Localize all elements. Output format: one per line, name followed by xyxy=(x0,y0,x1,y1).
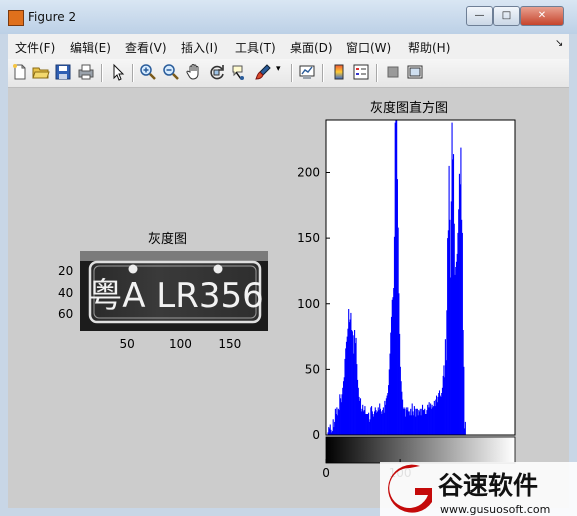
histogram-y-tick-label: 150 xyxy=(297,231,320,245)
data-cursor-icon[interactable] xyxy=(230,63,248,81)
figure-toolbar: ▾ xyxy=(8,59,569,88)
pan-hand-icon[interactable] xyxy=(185,63,203,81)
menu-file[interactable]: 文件(F) xyxy=(15,39,55,56)
brush-icon[interactable] xyxy=(254,63,272,81)
watermark-brand: 谷速软件 xyxy=(438,471,538,500)
zoom-out-icon[interactable] xyxy=(162,63,180,81)
toolbar-separator xyxy=(132,64,134,82)
window-title: Figure 2 xyxy=(28,10,77,24)
colorbar-icon[interactable] xyxy=(330,63,348,81)
plate-x-tick-label: 100 xyxy=(168,337,192,351)
histogram-y-tick-label: 200 xyxy=(297,166,320,180)
close-button[interactable]: ✕ xyxy=(520,6,564,26)
histogram-bar xyxy=(464,421,466,435)
brush-dropdown-icon[interactable]: ▾ xyxy=(276,64,286,82)
plate-x-tick-label: 50 xyxy=(119,337,135,351)
maximize-button[interactable]: □ xyxy=(493,6,520,26)
menu-insert[interactable]: 插入(I) xyxy=(181,39,218,56)
menu-window[interactable]: 窗口(W) xyxy=(346,39,391,56)
toolbar-separator xyxy=(101,64,103,82)
menu-tools[interactable]: 工具(T) xyxy=(235,39,276,56)
show-plot-tools-icon[interactable] xyxy=(406,63,424,81)
hide-plot-tools-icon[interactable] xyxy=(384,63,402,81)
minimize-button[interactable]: — xyxy=(466,6,493,26)
link-plot-icon[interactable] xyxy=(298,63,316,81)
histogram-y-tick-label: 100 xyxy=(297,297,320,311)
watermark-url: www.gusuosoft.com xyxy=(440,503,550,516)
title-bar[interactable]: Figure 2 — □ ✕ xyxy=(0,0,577,34)
menu-bar: 文件(F) 编辑(E) 查看(V) 插入(I) 工具(T) 桌面(D) 窗口(W… xyxy=(8,34,569,60)
plate-y-tick-label: 20 xyxy=(58,264,74,279)
plate-axes-title: 灰度图 xyxy=(148,232,188,247)
rotate-3d-icon[interactable] xyxy=(208,63,226,81)
histogram-title: 灰度图直方图 xyxy=(370,101,449,116)
menu-dock-arrow-icon[interactable]: ↘ xyxy=(555,38,563,49)
histogram-x-tick-label: 0 xyxy=(322,466,330,480)
plate-number-text: 粤A LR356 xyxy=(88,276,264,316)
toolbar-separator xyxy=(291,64,293,82)
gray-colorbar xyxy=(325,436,516,464)
menu-view[interactable]: 查看(V) xyxy=(125,39,167,56)
figure-window: Figure 2 — □ ✕ 文件(F) 编辑(E) 查看(V) 插入(I) 工… xyxy=(0,0,577,516)
open-file-icon[interactable] xyxy=(32,63,50,81)
print-icon[interactable] xyxy=(77,63,95,81)
new-figure-icon[interactable] xyxy=(11,63,29,81)
zoom-in-icon[interactable] xyxy=(139,63,157,81)
plate-image: 粤A LR356 xyxy=(80,251,268,331)
menu-edit[interactable]: 编辑(E) xyxy=(70,39,111,56)
matlab-logo-icon xyxy=(8,10,24,26)
histogram-y-tick-label: 50 xyxy=(305,362,320,376)
legend-icon[interactable] xyxy=(352,63,370,81)
toolbar-separator xyxy=(376,64,378,82)
plate-x-tick-label: 150 xyxy=(218,337,242,351)
plate-y-tick-label: 60 xyxy=(58,307,74,321)
histogram-chart: 0501001502000100 xyxy=(297,119,516,480)
toolbar-separator xyxy=(322,64,324,82)
menu-help[interactable]: 帮助(H) xyxy=(408,39,450,56)
plate-y-tick-label: 40 xyxy=(58,285,74,300)
histogram-y-tick-label: 0 xyxy=(312,428,320,442)
save-icon[interactable] xyxy=(54,63,72,81)
gususoft-watermark: 谷速软件 www.gusuosoft.com xyxy=(380,462,577,516)
select-arrow-icon[interactable] xyxy=(109,63,127,81)
menu-desktop[interactable]: 桌面(D) xyxy=(290,39,333,56)
histogram-bar xyxy=(463,366,465,436)
